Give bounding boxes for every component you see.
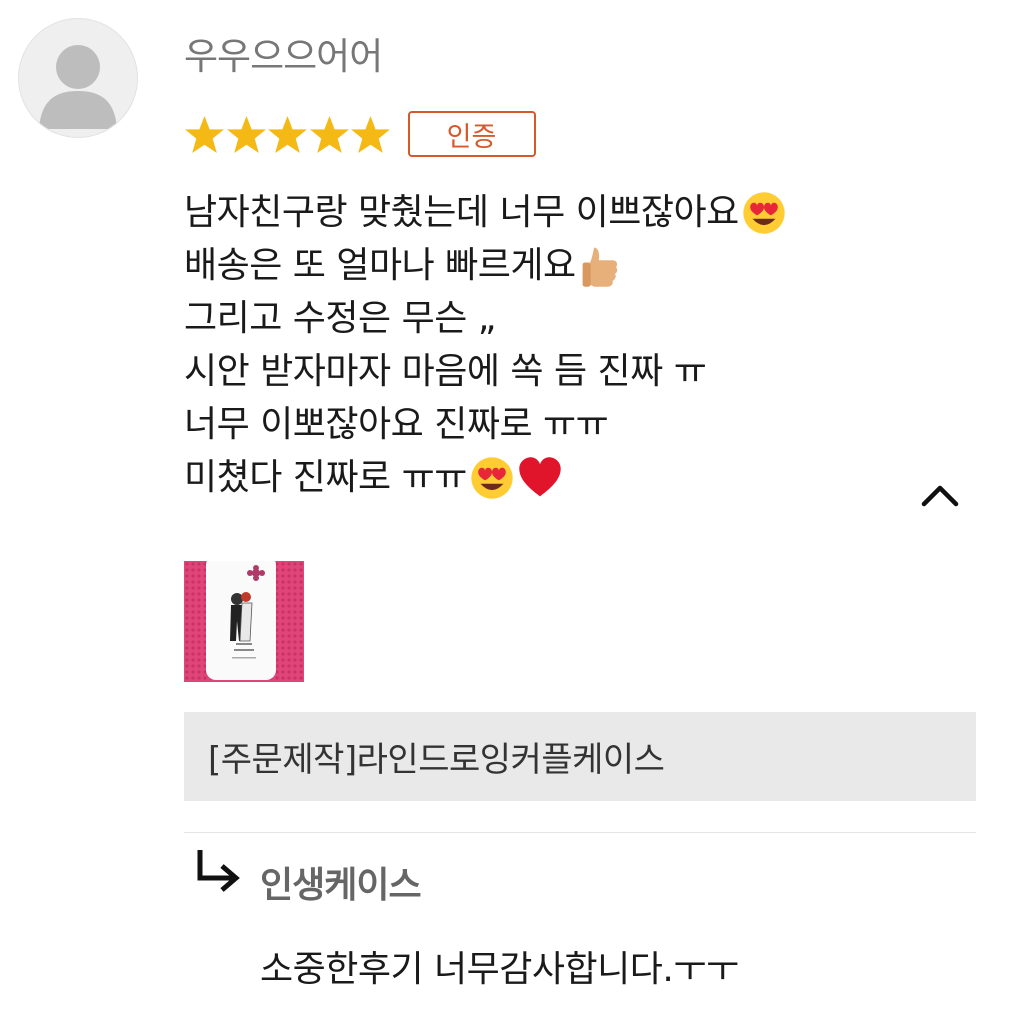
verified-badge: 인증 bbox=[407, 111, 536, 157]
review-line-text: 미쳤다 진짜로 ㅠㅠ bbox=[184, 457, 467, 498]
chevron-up-icon[interactable] bbox=[918, 478, 962, 514]
user-avatar bbox=[18, 18, 138, 138]
phone-case-photo bbox=[184, 561, 304, 682]
star-icon bbox=[351, 115, 390, 153]
review-line: 너무 이뽀잖아요 진짜로 ㅠㅠ bbox=[184, 398, 787, 451]
review-line-text: 그리고 수정은 무슨 „ bbox=[184, 298, 496, 339]
review-line: 미쳤다 진짜로 ㅠㅠ bbox=[184, 451, 787, 504]
red-heart-emoji-icon bbox=[519, 456, 561, 496]
star-rating bbox=[184, 114, 392, 155]
reply-author: 인생케이스 bbox=[260, 865, 422, 906]
reviewer-name: 우우으으어어 bbox=[184, 35, 383, 78]
star-icon bbox=[185, 115, 224, 153]
review-photo-thumbnail[interactable] bbox=[184, 561, 304, 682]
reply-divider bbox=[184, 832, 976, 833]
rating-row: 인증 bbox=[184, 108, 536, 160]
review-line-text: 남자친구랑 맞췄는데 너무 이쁘잖아요 bbox=[184, 192, 739, 233]
heart-eyes-emoji-icon bbox=[743, 191, 785, 234]
heart-eyes-emoji-icon bbox=[471, 456, 513, 499]
review-line-text: 시안 받자마자 마음에 쏙 듬 진짜 ㅠ bbox=[184, 351, 707, 392]
review-line-text: 배송은 또 얼마나 빠르게요 bbox=[184, 245, 576, 286]
review-line: 그리고 수정은 무슨 „ bbox=[184, 292, 787, 345]
product-name-bar[interactable]: [주문제작]라인드로잉커플케이스 bbox=[184, 712, 976, 801]
review-line: 시안 받자마자 마음에 쏙 듬 진짜 ㅠ bbox=[184, 345, 787, 398]
product-name: [주문제작]라인드로잉커플케이스 bbox=[208, 740, 665, 780]
review-line: 남자친구랑 맞췄는데 너무 이쁘잖아요 bbox=[184, 186, 787, 239]
star-icon bbox=[226, 115, 266, 153]
star-icon bbox=[268, 115, 307, 153]
review-text: 남자친구랑 맞췄는데 너무 이쁘잖아요 배송은 또 얼마나 빠르게요 그리고 수… bbox=[184, 186, 787, 504]
thumbs-up-emoji-icon bbox=[582, 247, 617, 287]
reply-arrow-icon bbox=[197, 850, 240, 892]
default-user-icon bbox=[39, 45, 117, 129]
star-icon bbox=[309, 115, 349, 153]
reply-text: 소중한후기 너무감사합니다.ㅜㅜ bbox=[260, 949, 739, 990]
review-line-text: 너무 이뽀잖아요 진짜로 ㅠㅠ bbox=[184, 404, 609, 445]
review-line: 배송은 또 얼마나 빠르게요 bbox=[184, 239, 787, 292]
